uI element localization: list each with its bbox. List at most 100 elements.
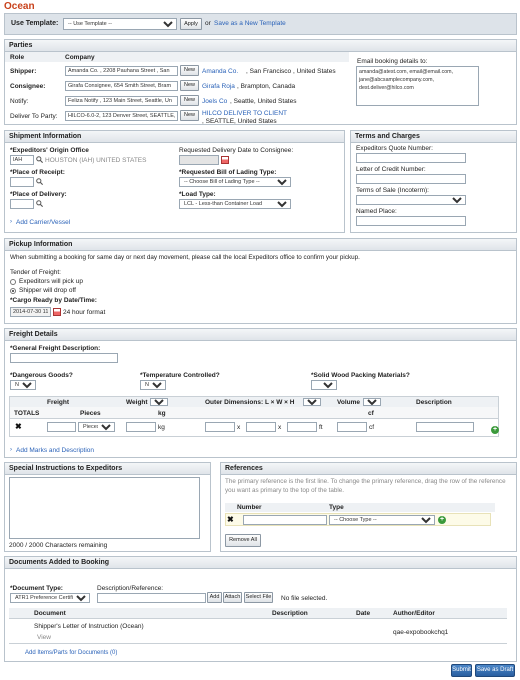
shipper-new-button[interactable]: New [180, 65, 199, 76]
doc-col-date: Date [356, 610, 371, 617]
consignee-label: Consignee: [10, 83, 46, 90]
wood-select[interactable] [311, 380, 337, 390]
credit-field[interactable] [356, 174, 466, 184]
use-template-label: Use Template: [11, 20, 59, 27]
freight-qty-field[interactable] [47, 422, 76, 432]
origin-office-name: HOUSTON (IAH) UNITED STATES [45, 157, 147, 164]
add-items-link[interactable]: Add Items/Parts for Documents (0) [25, 650, 117, 656]
volume-unit-select[interactable]: cf [363, 398, 381, 406]
add-reference-icon[interactable]: + [438, 516, 446, 524]
calendar-icon[interactable] [221, 156, 229, 164]
template-select[interactable]: -- Use Template -- [63, 18, 177, 30]
deliver-to-field[interactable] [65, 111, 178, 121]
descref-label: Description/Reference: [97, 585, 164, 592]
volume-field[interactable] [337, 422, 367, 432]
doc-col-description: Description [272, 610, 308, 617]
freight-desc-field[interactable] [10, 353, 118, 363]
totals-kg: kg [158, 410, 166, 417]
special-instructions-textarea[interactable] [9, 477, 200, 539]
ready-date-field[interactable] [10, 307, 51, 317]
add-carrier-link[interactable]: Add Carrier/Vessel [16, 219, 70, 226]
bol-select[interactable]: -- Choose Bill of Lading Type -- [179, 177, 291, 187]
attach-button[interactable]: Attach [223, 592, 242, 603]
load-type-select[interactable]: LCL - Less-than Container Load [179, 199, 291, 209]
search-icon[interactable] [36, 156, 43, 163]
remove-all-button[interactable]: Remove All [225, 534, 261, 547]
dropoff-option-label: Shipper will drop off [19, 287, 76, 294]
search-icon[interactable] [36, 200, 43, 207]
consignee-field[interactable] [65, 81, 178, 91]
deliver-to-link[interactable]: HILCO DELIVER TO CLIENT [202, 110, 287, 117]
shipper-field[interactable] [65, 66, 178, 76]
pickup-radio[interactable] [10, 279, 16, 285]
temp-select[interactable]: No [140, 380, 166, 390]
consignee-link[interactable]: Girafa Roja [202, 83, 235, 90]
notify-new-button[interactable]: New [180, 95, 199, 106]
save-draft-button[interactable]: Save as Draft [475, 664, 515, 677]
origin-label: *Expeditors' Origin Office [10, 147, 89, 154]
delete-row-icon[interactable]: ✖ [15, 423, 22, 431]
dg-select[interactable]: No [10, 380, 36, 390]
add-row-icon[interactable]: + [491, 426, 499, 434]
req-date-field[interactable] [179, 155, 219, 165]
quote-field[interactable] [356, 153, 466, 163]
reference-type-select[interactable]: -- Choose Type -- [329, 515, 435, 525]
sale-terms-select[interactable] [356, 195, 466, 205]
documents-panel: Documents Added to Booking *Document Typ… [4, 556, 517, 662]
save-template-link[interactable]: Save as a New Template [214, 20, 286, 27]
height-field[interactable] [287, 422, 317, 432]
special-panel: Special Instructions to Expeditors 2000 … [4, 462, 211, 552]
pickup-panel: Pickup Information When submitting a boo… [4, 238, 517, 324]
weight-unit-select[interactable]: kg [150, 398, 168, 406]
shipper-link[interactable]: Amanda Co. [202, 68, 238, 75]
freight-description-field[interactable] [416, 422, 474, 432]
doctype-select[interactable]: ATR1 Preference Certificat [10, 593, 90, 603]
temp-label: *Temperature Controlled? [140, 372, 220, 379]
company-header: Company [65, 54, 95, 61]
freight-pieces-select[interactable]: Pieces [78, 422, 115, 432]
role-header: Role [10, 54, 25, 61]
email-line: jane@abcsamplecompany.com, [359, 77, 435, 83]
totals-label: TOTALS [14, 410, 40, 417]
notify-link[interactable]: Joels Co [202, 98, 227, 105]
notify-field[interactable] [65, 96, 178, 106]
wood-label: *Solid Wood Packing Materials? [311, 372, 410, 379]
select-file-button[interactable]: Select File [244, 592, 273, 603]
descref-field[interactable] [97, 593, 206, 603]
dim-separator: x [237, 424, 241, 431]
email-textarea[interactable]: amanda@atest.com, email@email.com, jane@… [356, 66, 479, 106]
dims-unit-select[interactable]: ft [303, 398, 321, 406]
length-field[interactable] [205, 422, 235, 432]
origin-code-field[interactable] [10, 155, 34, 165]
col-dimensions: Outer Dimensions: L × W × H [205, 399, 295, 406]
add-marks-link[interactable]: Add Marks and Description [16, 447, 94, 454]
terms-panel: Terms and Charges Expeditors Quote Numbe… [350, 130, 517, 233]
add-doc-button[interactable]: Add [207, 592, 222, 603]
freight-weight-field[interactable] [126, 422, 156, 432]
consignee-new-button[interactable]: New [180, 80, 199, 91]
reference-number-field[interactable] [243, 515, 327, 525]
email-line: dest.deliver@hilco.com [359, 85, 414, 91]
col-freight: Freight [47, 399, 70, 406]
ref-col-type: Type [329, 504, 344, 511]
calendar-icon[interactable] [53, 308, 61, 316]
submit-button[interactable]: Submit [451, 664, 472, 677]
ready-date-label: *Cargo Ready by Date/Time: [10, 297, 97, 304]
delete-reference-icon[interactable]: ✖ [227, 516, 234, 524]
doc-view-link[interactable]: View [37, 634, 51, 641]
credit-label: Letter of Credit Number: [356, 166, 426, 173]
named-place-field[interactable] [356, 216, 466, 226]
apply-button[interactable]: Apply [180, 18, 202, 30]
delivery-place-field[interactable] [10, 199, 34, 209]
dropoff-radio[interactable] [10, 288, 16, 294]
req-date-label: Requested Delivery Date to Consignee: [179, 147, 294, 154]
doctype-label: *Document Type: [10, 585, 63, 592]
freight-table: Freight Weight kg Outer Dimensions: L × … [9, 396, 499, 437]
doc-author: qae-expobookchq1 [393, 629, 449, 636]
deliver-to-new-button[interactable]: New [180, 110, 199, 121]
width-field[interactable] [246, 422, 276, 432]
search-icon[interactable] [36, 178, 43, 185]
receipt-field[interactable] [10, 177, 34, 187]
quote-label: Expeditors Quote Number: [356, 145, 433, 152]
ref-col-number: Number [237, 504, 262, 511]
